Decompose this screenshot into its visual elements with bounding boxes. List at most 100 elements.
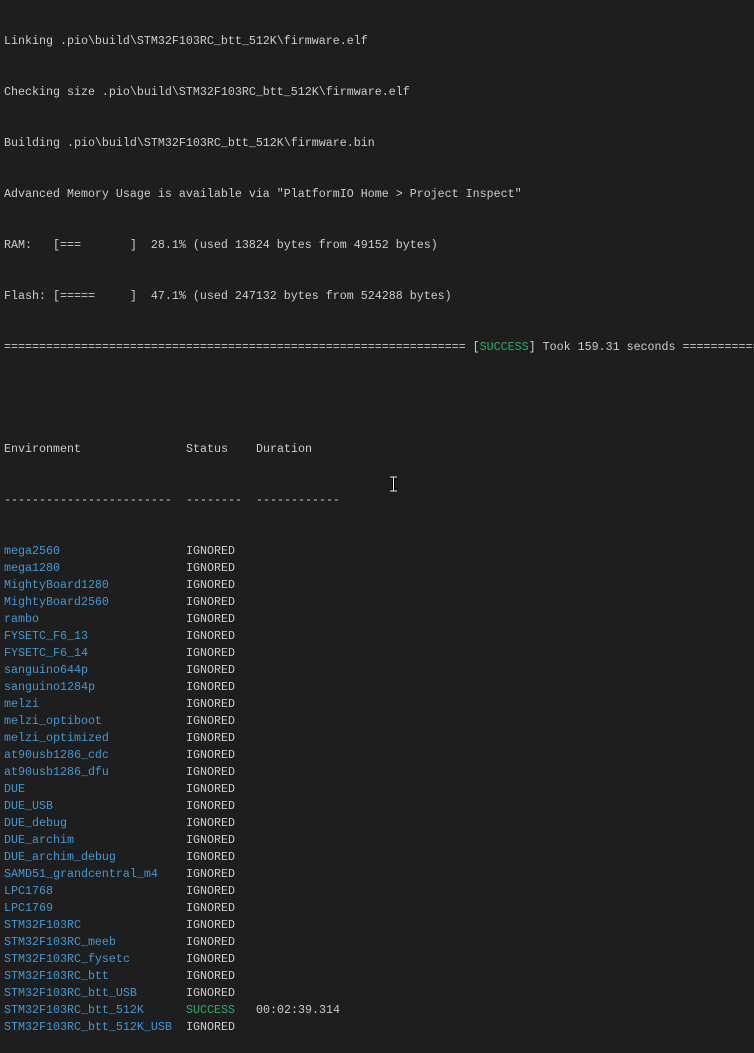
environment-status: IGNORED (186, 629, 235, 643)
summary-line: ========================================… (4, 339, 754, 356)
rule: -------- (186, 493, 242, 507)
environment-status: IGNORED (186, 1020, 235, 1034)
environment-name: MightyBoard1280 (4, 578, 109, 592)
environment-name: DUE_archim_debug (4, 850, 116, 864)
environment-name: sanguino1284p (4, 680, 95, 694)
terminal-output[interactable]: Linking .pio\build\STM32F103RC_btt_512K\… (4, 0, 754, 1053)
table-row: melzi_optimized IGNORED (4, 730, 754, 747)
environment-status: IGNORED (186, 867, 235, 881)
environment-status: IGNORED (186, 612, 235, 626)
log-line: Advanced Memory Usage is available via "… (4, 187, 522, 201)
environment-name: LPC1769 (4, 901, 53, 915)
environment-status: IGNORED (186, 986, 235, 1000)
table-row: melzi IGNORED (4, 696, 754, 713)
environment-name: LPC1768 (4, 884, 53, 898)
table-header: Environment Status Duration (4, 441, 754, 458)
table-row: rambo IGNORED (4, 611, 754, 628)
table-row: DUE IGNORED (4, 781, 754, 798)
table-row: STM32F103RC IGNORED (4, 917, 754, 934)
environment-name: mega1280 (4, 561, 60, 575)
environment-status: IGNORED (186, 748, 235, 762)
table-row: STM32F103RC_btt_512K SUCCESS 00:02:39.314 (4, 1002, 754, 1019)
environment-name: STM32F103RC_fysetc (4, 952, 130, 966)
environment-status: IGNORED (186, 799, 235, 813)
rule: ------------------------ (4, 493, 172, 507)
table-row: at90usb1286_cdc IGNORED (4, 747, 754, 764)
environment-name: at90usb1286_dfu (4, 765, 109, 779)
table-rule: ------------------------ -------- --------… (4, 492, 754, 509)
environment-status: IGNORED (186, 680, 235, 694)
flash-usage-line: Flash: [===== ] 47.1% (used 247132 bytes… (4, 289, 452, 303)
table-row: STM32F103RC_btt IGNORED (4, 968, 754, 985)
ram-usage-line: RAM: [=== ] 28.1% (used 13824 bytes from… (4, 238, 438, 252)
environment-status: IGNORED (186, 782, 235, 796)
bracket: ] (528, 340, 536, 354)
environment-status: IGNORED (186, 544, 235, 558)
table-row: STM32F103RC_fysetc IGNORED (4, 951, 754, 968)
environment-name: STM32F103RC_meeb (4, 935, 116, 949)
table-body: mega2560 IGNORED mega1280 IGNORED MightyBoar… (4, 543, 754, 1036)
environment-name: mega2560 (4, 544, 60, 558)
environment-name: at90usb1286_cdc (4, 748, 109, 762)
environment-name: STM32F103RC_btt (4, 969, 109, 983)
log-line: Linking .pio\build\STM32F103RC_btt_512K\… (4, 34, 368, 48)
table-row: FYSETC_F6_13 IGNORED (4, 628, 754, 645)
table-row: LPC1769 IGNORED (4, 900, 754, 917)
rule: ------------ (256, 493, 340, 507)
environment-status: IGNORED (186, 595, 235, 609)
environment-status: IGNORED (186, 952, 235, 966)
environment-status: IGNORED (186, 833, 235, 847)
bracket: [ (472, 340, 480, 354)
header-status: Status (186, 442, 228, 456)
table-row: at90usb1286_dfu IGNORED (4, 764, 754, 781)
environment-duration: 00:02:39.314 (256, 1003, 340, 1017)
table-row: MightyBoard1280 IGNORED (4, 577, 754, 594)
environment-status: IGNORED (186, 714, 235, 728)
table-row: LPC1768 IGNORED (4, 883, 754, 900)
environment-status: SUCCESS (186, 1003, 235, 1017)
environment-status: IGNORED (186, 850, 235, 864)
environment-name: DUE_USB (4, 799, 53, 813)
table-row: STM32F103RC_meeb IGNORED (4, 934, 754, 951)
environment-name: DUE_debug (4, 816, 67, 830)
environment-status: IGNORED (186, 731, 235, 745)
table-row: DUE_debug IGNORED (4, 815, 754, 832)
environment-name: MightyBoard2560 (4, 595, 109, 609)
summary-took: Took 159.31 seconds =========== (535, 340, 754, 354)
table-row: DUE_USB IGNORED (4, 798, 754, 815)
text-cursor-icon (389, 475, 398, 493)
environment-status: IGNORED (186, 578, 235, 592)
log-line: Checking size .pio\build\STM32F103RC_btt… (4, 85, 410, 99)
environment-status: IGNORED (186, 816, 235, 830)
environment-name: rambo (4, 612, 39, 626)
table-row: mega1280 IGNORED (4, 560, 754, 577)
table-row: MightyBoard2560 IGNORED (4, 594, 754, 611)
table-row: sanguino1284p IGNORED (4, 679, 754, 696)
environment-name: melzi_optiboot (4, 714, 102, 728)
table-row: mega2560 IGNORED (4, 543, 754, 560)
table-row: SAMD51_grandcentral_m4 IGNORED (4, 866, 754, 883)
environment-status: IGNORED (186, 935, 235, 949)
environment-status: IGNORED (186, 901, 235, 915)
summary-rule: ========================================… (4, 340, 473, 354)
environment-name: sanguino644p (4, 663, 88, 677)
environment-name: melzi (4, 697, 39, 711)
environment-name: STM32F103RC_btt_USB (4, 986, 137, 1000)
table-row: melzi_optiboot IGNORED (4, 713, 754, 730)
environment-name: SAMD51_grandcentral_m4 (4, 867, 158, 881)
environment-name: melzi_optimized (4, 731, 109, 745)
environment-name: STM32F103RC_btt_512K_USB (4, 1020, 172, 1034)
environment-status: IGNORED (186, 561, 235, 575)
environment-name: DUE (4, 782, 25, 796)
environment-status: IGNORED (186, 663, 235, 677)
table-row: DUE_archim_debug IGNORED (4, 849, 754, 866)
header-duration: Duration (256, 442, 312, 456)
environment-status: IGNORED (186, 765, 235, 779)
environment-name: DUE_archim (4, 833, 74, 847)
environment-status: IGNORED (186, 884, 235, 898)
environment-name: STM32F103RC (4, 918, 81, 932)
environment-name: STM32F103RC_btt_512K (4, 1003, 144, 1017)
environment-name: FYSETC_F6_13 (4, 629, 88, 643)
table-row: STM32F103RC_btt_USB IGNORED (4, 985, 754, 1002)
